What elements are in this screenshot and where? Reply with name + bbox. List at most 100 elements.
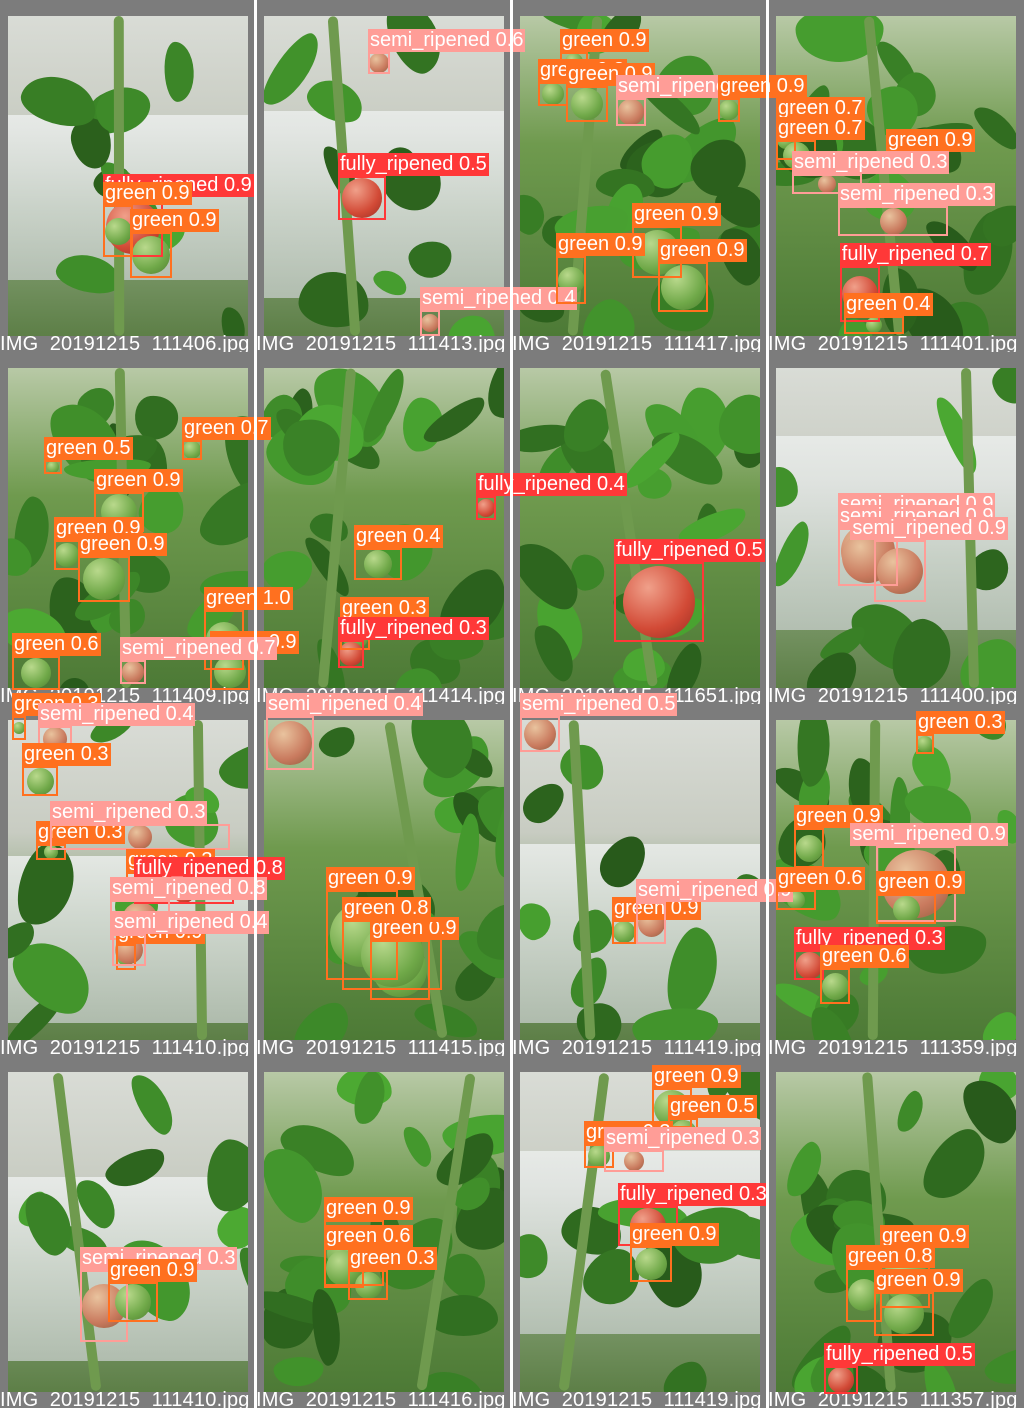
detection-box [348, 1270, 388, 1300]
class-name: green [882, 1225, 934, 1247]
detection-label: fully_ripened 0.4 [476, 473, 627, 496]
confidence-score: 0.3 [80, 743, 109, 765]
detection-label: green 0.9 [886, 129, 975, 152]
class-name: semi_ripened [40, 703, 161, 725]
confidence-score: 0.9 [938, 1225, 967, 1247]
detection-label: green 0.9 [874, 1269, 963, 1292]
detection-label: green 0.9 [103, 182, 192, 205]
detection-label: green 0.9 [324, 1197, 413, 1220]
class-name: green [356, 525, 408, 547]
confidence-score: 0.8 [400, 897, 429, 919]
class-name: fully_ripened [136, 857, 250, 879]
detection-label: green 0.6 [324, 1225, 413, 1248]
class-name: green [342, 597, 394, 619]
class-name: fully_ripened [478, 473, 592, 495]
detection-label: green 0.5 [44, 437, 133, 460]
detection-label: semi_ripened 0.3 [50, 801, 208, 824]
image-filename: IMG_20191215_111406.jpg [0, 333, 250, 355]
confidence-score: 0.3 [406, 1247, 435, 1269]
confidence-score: 0.3 [207, 1247, 236, 1269]
class-name: semi_ripened [112, 877, 233, 899]
detection-box [844, 316, 904, 334]
confidence-score: 0.3 [919, 151, 948, 173]
class-name: green [846, 293, 898, 315]
confidence-score: 0.9 [384, 867, 413, 889]
detection-label: green 0.4 [844, 293, 933, 316]
confidence-score: 0.5 [102, 437, 131, 459]
detection-box [420, 310, 440, 336]
class-name: green [888, 129, 940, 151]
class-name: green [105, 182, 157, 204]
detection-label: semi_ripened 0.9 [850, 517, 1008, 540]
detection-label: green 1.0 [204, 587, 293, 610]
detection-box [44, 460, 62, 474]
image-filename: IMG_20191215_111416.jpg [256, 1389, 506, 1411]
class-name: green [720, 75, 772, 97]
detection-label: semi_ripened 0.4 [266, 693, 424, 716]
confidence-score: 0.4 [412, 525, 441, 547]
detection-box [342, 920, 442, 990]
class-name: fully_ripened [620, 1183, 734, 1205]
confidence-score: 0.8 [254, 857, 283, 879]
detection-label: green 0.5 [668, 1095, 757, 1118]
image-filename: IMG_20191215_111357.jpg [768, 1389, 1018, 1411]
confidence-score: 0.8 [904, 1245, 933, 1267]
class-name: semi_ripened [422, 287, 543, 309]
detection-box [538, 82, 568, 106]
confidence-score: 0.9 [618, 29, 647, 51]
class-name: semi_ripened [794, 151, 915, 173]
detection-box [112, 934, 146, 966]
detection-box [368, 52, 390, 74]
image-filename: IMG_20191215_111419.jpg [512, 1037, 762, 1059]
confidence-score: 0.3 [177, 801, 206, 823]
class-name: green [326, 1197, 378, 1219]
tomato-photo [8, 1072, 248, 1392]
confidence-score: 1.0 [262, 587, 291, 609]
class-name: green [46, 437, 98, 459]
image-filename: IMG_20191215_111417.jpg [512, 333, 762, 355]
detection-label: green 0.9 [78, 533, 167, 556]
confidence-score: 0.5 [647, 693, 676, 715]
detection-label: green 0.7 [182, 417, 271, 440]
detection-box [103, 205, 133, 257]
detection-label: green 0.9 [658, 239, 747, 262]
confidence-score: 0.4 [165, 703, 194, 725]
confidence-score: 0.7 [960, 243, 989, 265]
confidence-score: 0.9 [161, 182, 190, 204]
class-name: green [670, 1095, 722, 1117]
class-name: green [878, 871, 930, 893]
image-filename: IMG_20191215_111410.jpg [0, 1037, 250, 1059]
detection-label: green 0.3 [348, 1247, 437, 1270]
detection-box [874, 1292, 934, 1336]
detection-label: semi_ripened 0.9 [636, 879, 794, 902]
class-name: green [634, 203, 686, 225]
detection-box [612, 920, 636, 944]
detection-box [108, 1282, 158, 1322]
detection-box [614, 562, 704, 642]
class-name: green [848, 1245, 900, 1267]
column-separator [766, 0, 769, 1408]
class-name: fully_ripened [616, 539, 730, 561]
confidence-score: 0.6 [878, 945, 907, 967]
confidence-score: 0.7 [247, 637, 276, 659]
class-name: semi_ripened [606, 1127, 727, 1149]
image-filename: IMG_20191215_111413.jpg [256, 333, 506, 355]
detection-label: green 0.8 [846, 1245, 935, 1268]
class-name: green [344, 897, 396, 919]
detection-label: semi_ripened 0.4 [420, 287, 578, 310]
detection-box [266, 716, 314, 770]
detection-label: fully_ripened 0.7 [839, 243, 991, 266]
confidence-score: 0.9 [166, 1259, 195, 1281]
confidence-score: 0.6 [70, 633, 99, 655]
confidence-score: 0.9 [152, 469, 181, 491]
detection-box [338, 640, 364, 668]
class-name: green [350, 1247, 402, 1269]
detection-box [556, 256, 586, 304]
detection-box [566, 86, 608, 122]
detection-box [22, 766, 58, 796]
confidence-score: 0.3 [974, 711, 1003, 733]
class-name: green [660, 239, 712, 261]
detection-label: fully_ripened 0.3 [338, 617, 489, 640]
class-name: green [796, 805, 848, 827]
confidence-score: 0.5 [458, 153, 487, 175]
